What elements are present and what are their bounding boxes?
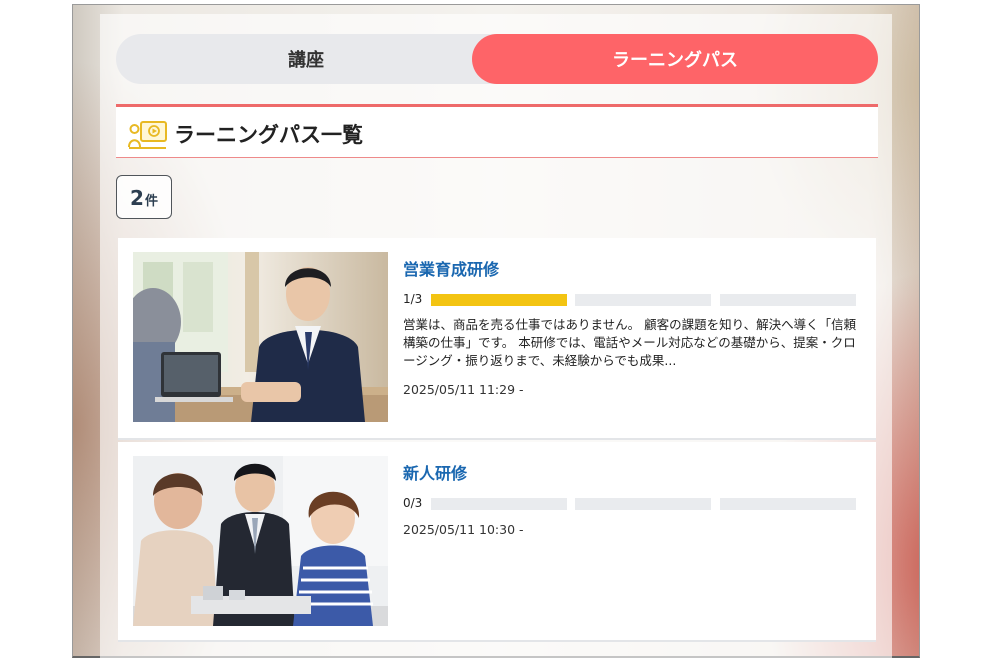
progress-bar: 0/3 <box>403 496 863 510</box>
progress-label: 1/3 <box>403 292 423 306</box>
tab-courses[interactable]: 講座 <box>116 34 496 84</box>
progress-segment <box>431 498 567 510</box>
learning-path-date: 2025/05/11 10:30 - <box>403 522 524 537</box>
learning-path-card[interactable]: 新人研修 0/3 2025/05/11 10:30 - <box>118 442 876 642</box>
learning-path-title[interactable]: 新人研修 <box>403 460 467 484</box>
result-count-unit: 件 <box>144 194 158 209</box>
result-count-number: 2 <box>130 186 144 210</box>
section-header: ラーニングパス一覧 <box>116 104 878 158</box>
progress-segment <box>575 498 711 510</box>
progress-segment <box>720 498 856 510</box>
progress-bar: 1/3 <box>403 292 863 306</box>
course-thumbnail-business-meeting <box>133 252 388 422</box>
presentation-icon <box>128 121 167 149</box>
result-count-badge: 2 件 <box>116 175 172 219</box>
learning-path-title[interactable]: 営業育成研修 <box>403 256 499 280</box>
tab-learning-path[interactable]: ラーニングパス <box>472 34 878 84</box>
section-title: ラーニングパス一覧 <box>174 123 363 147</box>
progress-segment <box>720 294 856 306</box>
progress-segment <box>575 294 711 306</box>
learning-path-description: 営業は、商品を売る仕事ではありません。 顧客の課題を知り、解決へ導く「信頼構築の… <box>403 317 857 368</box>
tab-switcher: 講座 ラーニングパス <box>116 34 878 84</box>
learning-path-date: 2025/05/11 11:29 - <box>403 382 524 397</box>
learning-path-card[interactable]: 営業育成研修 1/3 営業は、商品を売る仕事ではありません。 顧客の課題を知り、… <box>118 238 876 440</box>
progress-label: 0/3 <box>403 496 423 510</box>
progress-segment <box>431 294 567 306</box>
course-thumbnail-team <box>133 456 388 626</box>
